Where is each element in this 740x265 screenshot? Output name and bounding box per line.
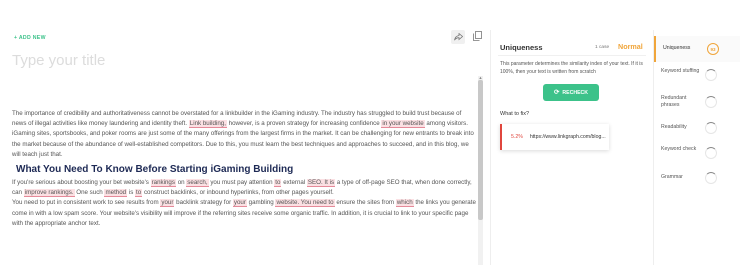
loading-spinner-icon	[705, 122, 717, 134]
plagiarism-highlight[interactable]: search,	[186, 179, 209, 188]
share-button[interactable]	[451, 30, 465, 44]
score-badge: 93	[707, 43, 719, 55]
check-item[interactable]: Keyword stuffing	[654, 63, 740, 87]
check-item[interactable]: Readability	[654, 117, 740, 139]
article-body[interactable]: The importance of credibility and author…	[12, 109, 476, 229]
similarity-result[interactable]: 5.2% https://www.linkgraph.com/blog...	[500, 124, 609, 150]
panel-title: Uniqueness	[500, 43, 543, 52]
loading-spinner-icon	[705, 96, 717, 108]
editor-area: + ADD NEW Type your title The importance…	[0, 0, 488, 265]
editor-scroll-thumb[interactable]	[478, 80, 483, 220]
similarity-percent: 5.2%	[511, 134, 523, 140]
text-segment: external	[281, 179, 307, 187]
text-segment: backlink strategy for	[174, 199, 233, 207]
text-segment: is	[127, 189, 136, 197]
paragraph: You need to put in consistent work to se…	[12, 198, 476, 229]
loading-spinner-icon	[705, 147, 717, 159]
check-item[interactable]: Grammar	[654, 167, 740, 189]
copy-icon	[472, 28, 482, 46]
copy-button[interactable]	[470, 30, 484, 44]
loading-spinner-icon	[705, 69, 717, 81]
plagiarism-highlight[interactable]: Link building,	[188, 120, 227, 129]
text-segment: among visitors.	[424, 120, 468, 128]
check-label: Uniqueness	[663, 45, 691, 52]
checks-sidebar: Uniqueness 93 Keyword stuffing Redundant ph…	[653, 30, 740, 265]
text-segment: you must pay attention	[208, 179, 275, 187]
plagiarism-highlight[interactable]: website. You need to	[275, 199, 335, 208]
plagiarism-highlight[interactable]: which	[395, 199, 414, 208]
text-segment: One such	[74, 189, 105, 197]
plagiarism-highlight[interactable]: method	[104, 189, 128, 198]
check-item[interactable]: Keyword check	[654, 142, 740, 164]
panel-divider	[498, 55, 646, 56]
check-label: Grammar	[661, 174, 683, 181]
plagiarism-highlight[interactable]: your	[160, 199, 175, 208]
text-segment: If you're serious about boosting your be…	[12, 179, 151, 187]
source-link[interactable]: https://www.linkgraph.com/blog...	[530, 134, 606, 140]
plagiarism-highlight[interactable]: improve rankings.	[23, 189, 75, 198]
case-count: 1 case	[595, 45, 610, 50]
text-segment: You need to put in consistent work to se…	[12, 199, 161, 207]
text-segment: gambling	[246, 199, 276, 207]
paragraph: iGaming sites, sportsbooks, and poker ro…	[12, 129, 476, 160]
plagiarism-highlight[interactable]: your	[232, 199, 247, 208]
plagiarism-highlight[interactable]: in your website	[381, 120, 425, 129]
check-label: Keyword stuffing	[661, 67, 700, 74]
plagiarism-highlight[interactable]: SEO. It is	[306, 179, 336, 188]
check-label: Readability	[661, 124, 687, 131]
text-segment: construct backlinks, or inbound hyperlin…	[142, 189, 334, 197]
paragraph: If you're serious about boosting your be…	[12, 178, 476, 198]
text-segment: ensure the sites from	[334, 199, 396, 207]
plagiarism-highlight[interactable]: rankings	[150, 179, 176, 188]
check-item[interactable]: Uniqueness 93	[654, 36, 740, 62]
status-badge: Normal	[618, 42, 643, 51]
paragraph: The importance of credibility and author…	[12, 109, 476, 129]
recheck-label: RECHECK	[562, 89, 589, 96]
app-root: + ADD NEW Type your title The importance…	[0, 0, 740, 265]
title-input[interactable]: Type your title	[12, 52, 105, 69]
text-segment: however, is a proven strategy for increa…	[226, 120, 382, 128]
recheck-button[interactable]: ⟳ RECHECK	[543, 84, 599, 101]
check-label: Redundant phrases	[661, 94, 687, 108]
share-icon	[453, 28, 463, 46]
check-label: Keyword check	[661, 145, 697, 152]
check-detail-panel: Uniqueness 1 case Normal This parameter …	[490, 30, 652, 265]
panel-description: This parameter determines the similarity…	[500, 61, 643, 75]
refresh-icon: ⟳	[553, 88, 560, 96]
text-segment: on	[175, 179, 187, 187]
check-item[interactable]: Redundant phrases	[654, 90, 740, 114]
what-to-fix-label: What to fix?	[500, 111, 530, 117]
loading-spinner-icon	[705, 172, 717, 184]
add-new-button[interactable]: + ADD NEW	[14, 35, 46, 41]
text-segment: iGaming sites, sportsbooks, and poker ro…	[12, 130, 474, 158]
section-heading: What You Need To Know Before Starting iG…	[16, 164, 294, 176]
